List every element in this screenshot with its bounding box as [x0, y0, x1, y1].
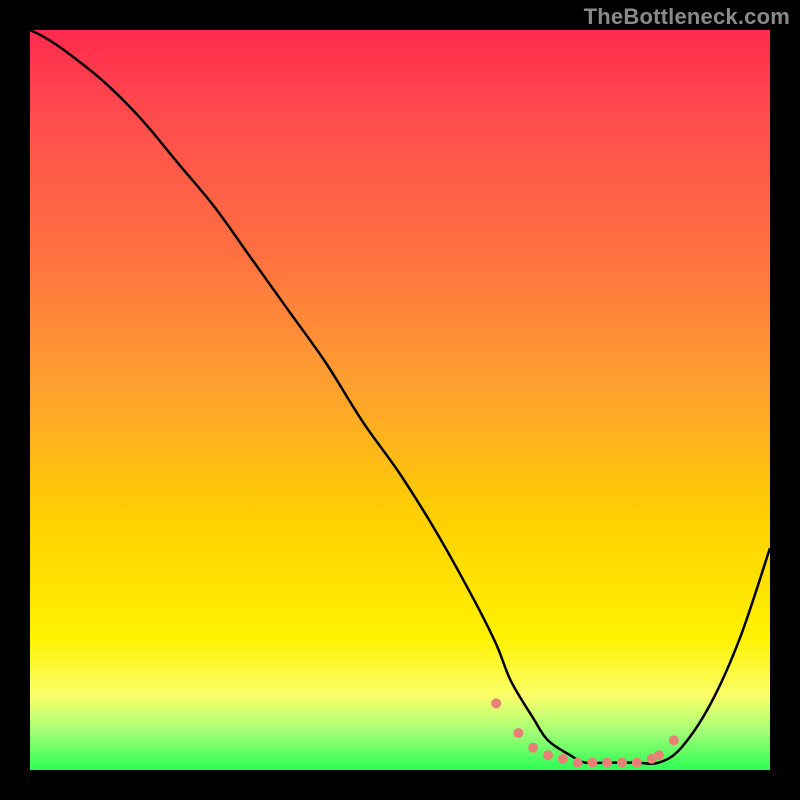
- marker-dot: [573, 758, 583, 768]
- chart-plot-area: [30, 30, 770, 770]
- marker-dot: [587, 758, 597, 768]
- marker-dot: [654, 750, 664, 760]
- marker-dot: [558, 754, 568, 764]
- marker-dot: [617, 758, 627, 768]
- chart-frame: TheBottleneck.com: [0, 0, 800, 800]
- marker-dot: [491, 698, 501, 708]
- marker-dot: [669, 735, 679, 745]
- highlight-markers: [491, 698, 679, 767]
- marker-dot: [528, 743, 538, 753]
- marker-dot: [602, 758, 612, 768]
- bottleneck-curve-line: [30, 30, 770, 764]
- chart-svg: [30, 30, 770, 770]
- marker-dot: [513, 728, 523, 738]
- marker-dot: [543, 750, 553, 760]
- marker-dot: [632, 758, 642, 768]
- watermark-text: TheBottleneck.com: [584, 4, 790, 30]
